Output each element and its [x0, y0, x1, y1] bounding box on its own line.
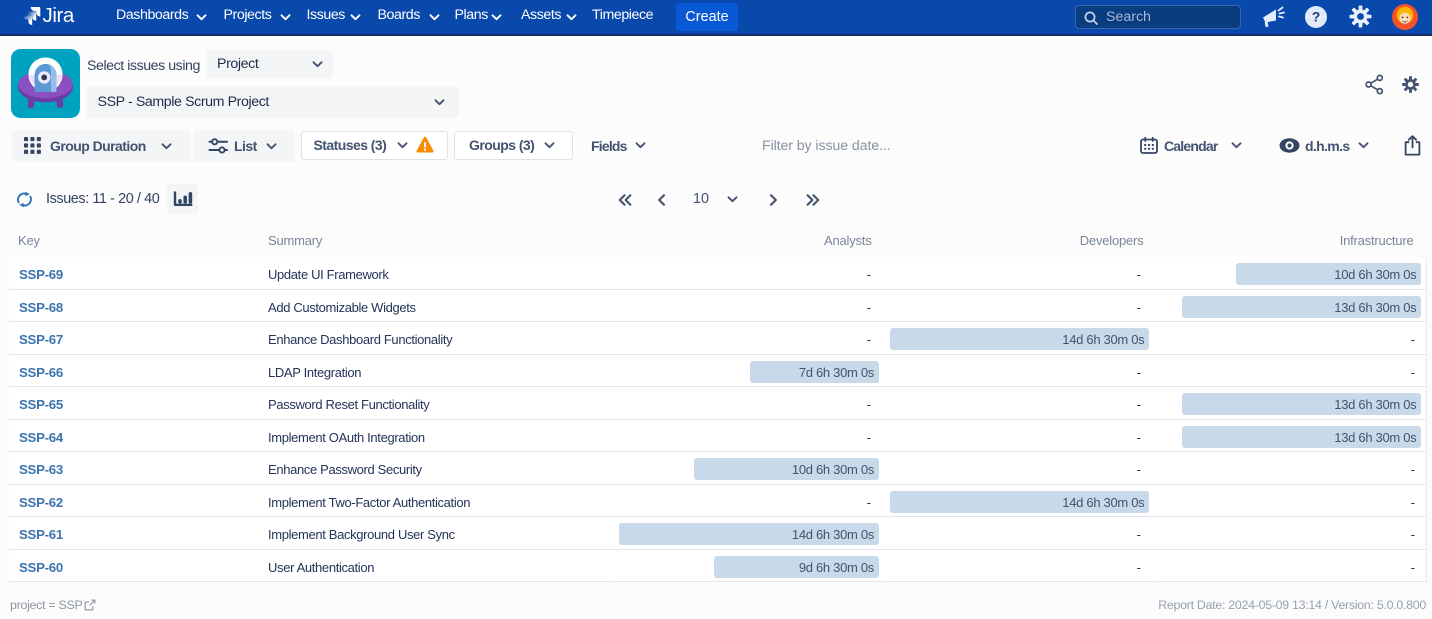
svg-text:?: ? [1312, 9, 1321, 25]
